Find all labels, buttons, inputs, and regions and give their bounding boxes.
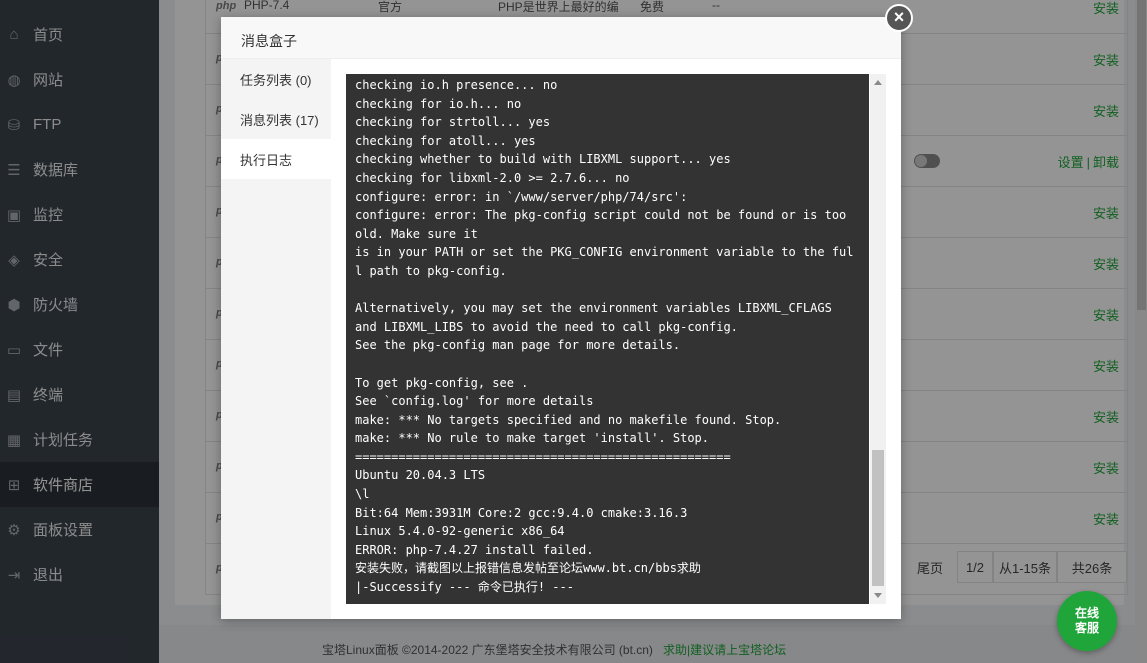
log-line: See the pkg-config man page for more det… [355,338,681,353]
chat-label-line2: 客服 [1074,621,1099,635]
log-line: ========================================… [355,449,731,464]
log-line: checking for strtoll... yes [355,115,551,130]
log-line: |-Successify --- 命令已执行! --- [355,580,574,595]
log-line: checking whether to build with LIBXML su… [355,152,731,167]
log-scrollbar-thumb[interactable] [872,450,884,586]
dialog-tab-list: 任务列表 (0) 消息列表 (17) 执行日志 [221,59,331,619]
close-icon[interactable]: × [885,4,913,32]
dialog-tab-0[interactable]: 任务列表 (0) [221,59,331,99]
log-text: checking io.h presence... no checking for… [355,76,860,597]
execution-log-console[interactable]: checking io.h presence... no checking for… [346,74,869,604]
log-line: and LIBXML_LIBS to avoid the need to cal… [355,319,738,334]
log-line: configure: error: in `/www/server/php/74… [355,189,688,204]
log-line: is in your PATH or set the PKG_CONFIG en… [355,245,854,278]
log-line: To get pkg-config, see . [355,375,529,390]
log-line: See `config.log' for more details [355,394,594,409]
dialog-tab-2[interactable]: 执行日志 [221,139,331,179]
scroll-up-arrow-icon[interactable] [874,80,882,85]
dialog-header: 消息盒子 [221,17,901,59]
dialog-tab-1[interactable]: 消息列表 (17) [221,99,331,139]
log-line: Ubuntu 20.04.3 LTS [355,468,486,483]
log-line: make: *** No targets specified and no ma… [355,412,782,427]
log-line: Bit:64 Mem:3931M Core:2 gcc:9.4.0 cmake:… [355,505,688,520]
log-line: checking io.h presence... no [355,78,558,92]
log-line: checking for atoll... yes [355,133,536,148]
log-line: checking for io.h... no [355,96,522,111]
log-line: configure: error: The pkg-config script … [355,208,854,241]
log-line: make: *** No rule to make target 'instal… [355,431,710,446]
log-line: checking for libxml-2.0 >= 2.7.6... no [355,170,630,185]
log-line: 安装失败，请截图以上报错信息发帖至论坛www.bt.cn/bbs求助 [355,561,701,576]
log-line: Alternatively, you may set the environme… [355,301,832,316]
online-support-button[interactable]: 在线 客服 [1057,591,1117,651]
log-line: \l [355,487,370,502]
message-box-dialog: 消息盒子 任务列表 (0) 消息列表 (17) 执行日志 checking io.h… [221,17,901,619]
log-line: ERROR: php-7.4.27 install failed. [355,542,594,557]
dialog-title: 消息盒子 [241,33,297,49]
log-scrollbar[interactable] [870,74,886,604]
chat-label-line1: 在线 [1074,606,1099,620]
scroll-down-arrow-icon[interactable] [874,593,882,598]
log-line: Linux 5.4.0-92-generic x86_64 [355,524,565,539]
